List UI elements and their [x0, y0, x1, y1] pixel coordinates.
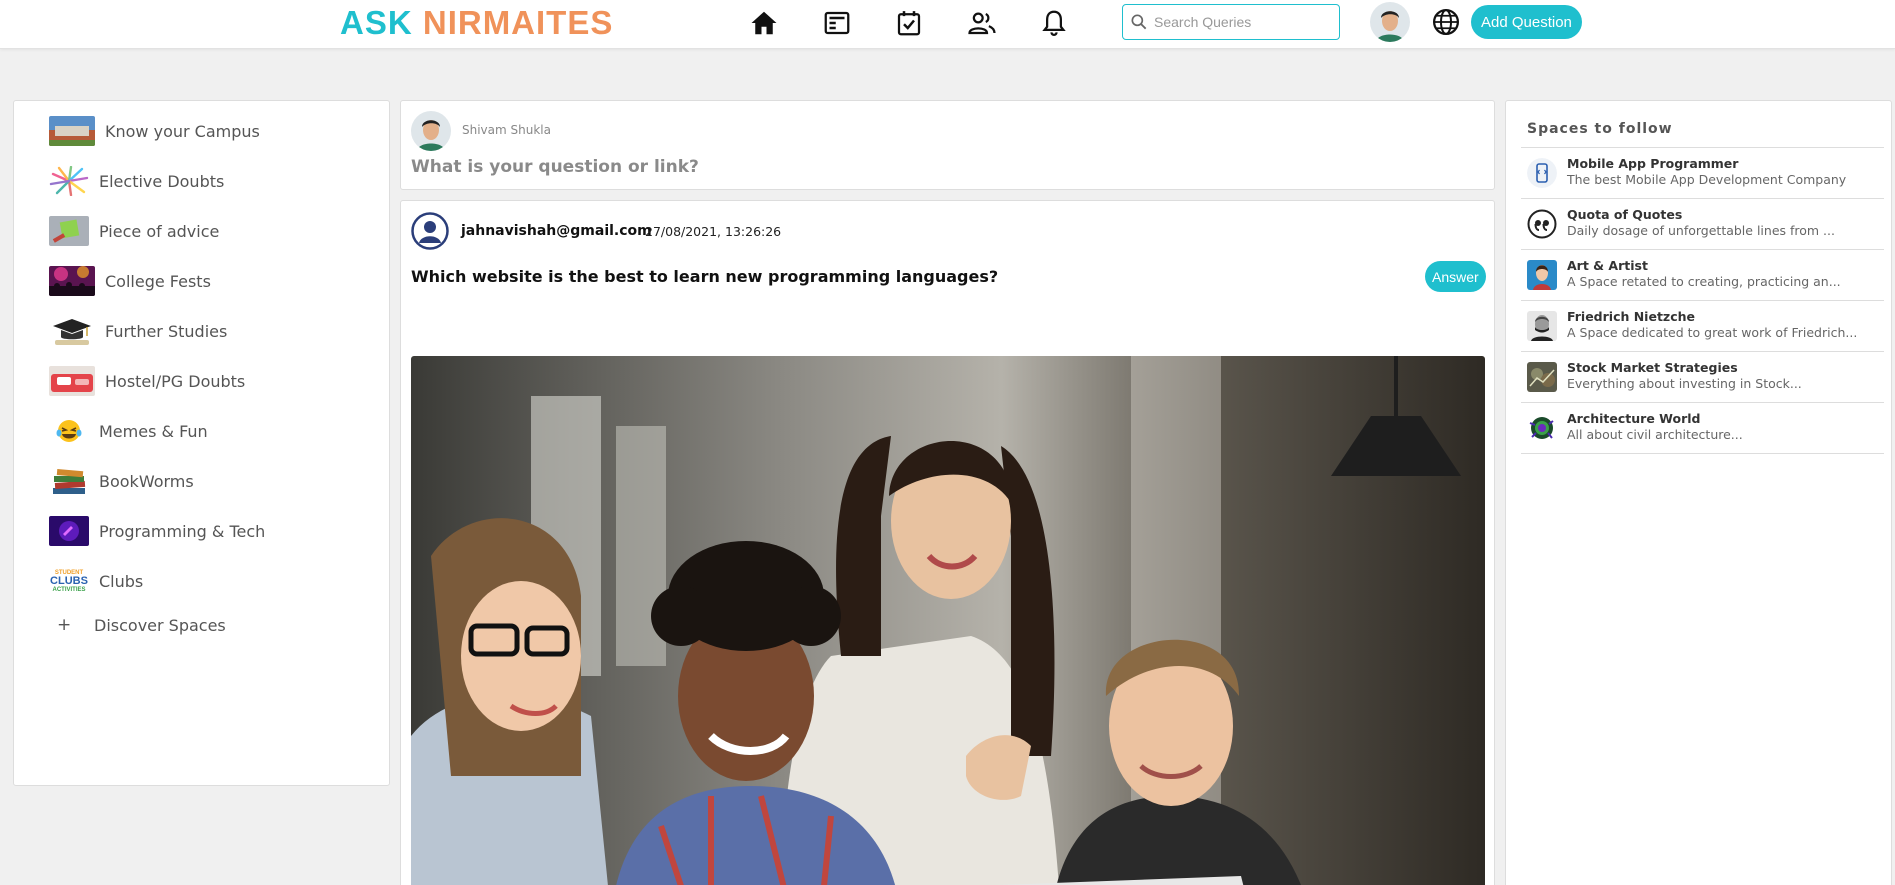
add-question-button[interactable]: Add Question	[1471, 5, 1582, 39]
space-name: Mobile App Programmer	[1567, 156, 1739, 171]
sidebar-item-label: Piece of advice	[99, 221, 220, 241]
concert-crowd-icon	[49, 266, 95, 296]
space-description: A Space dedicated to great work of Fried…	[1567, 325, 1858, 340]
nietzsche-portrait-icon	[1527, 311, 1557, 341]
post-author-email[interactable]: jahnavishah@gmail.com	[461, 223, 652, 239]
search-box[interactable]	[1122, 4, 1340, 40]
notifications-bell-icon[interactable]	[1037, 6, 1071, 40]
art-portrait-icon	[1527, 260, 1557, 290]
space-description: All about civil architecture...	[1567, 427, 1743, 442]
tech-purple-icon	[49, 516, 89, 546]
space-item-art-and-artist[interactable]: Art & Artist A Space retated to creating…	[1521, 250, 1884, 301]
top-navbar: ASK NIRMAITES Add Question	[0, 0, 1895, 49]
sidebar-item-label: Hostel/PG Doubts	[105, 371, 246, 391]
search-icon	[1131, 14, 1147, 30]
graduation-cap-icon	[49, 316, 95, 346]
user-avatar-icon	[411, 212, 449, 250]
space-name: Art & Artist	[1567, 258, 1648, 273]
post-question-text[interactable]: Which website is the best to learn new p…	[411, 267, 998, 286]
space-item-quota-of-quotes[interactable]: Quota of Quotes Daily dosage of unforget…	[1521, 199, 1884, 250]
book-stack-icon	[49, 466, 89, 496]
plus-icon: +	[57, 615, 72, 635]
home-icon[interactable]	[747, 6, 781, 40]
architecture-burst-icon	[1527, 413, 1557, 443]
space-item-architecture-world[interactable]: Architecture World All about civil archi…	[1521, 403, 1884, 454]
space-description: A Space retated to creating, practicing …	[1567, 274, 1841, 289]
logo-text-nirmaites: NIRMAITES	[422, 4, 614, 41]
hostel-bed-icon	[49, 366, 95, 396]
spaces-sidebar: Know your Campus Elective Doubts Piece o…	[13, 100, 390, 786]
user-avatar[interactable]	[1370, 2, 1410, 42]
sidebar-item-know-your-campus[interactable]: Know your Campus	[49, 114, 260, 148]
ask-question-card: Shivam Shukla What is your question or l…	[400, 100, 1495, 190]
sidebar-item-label: Know your Campus	[105, 121, 260, 141]
sidebar-item-memes-and-fun[interactable]: Memes & Fun	[49, 414, 208, 448]
search-input[interactable]	[1154, 14, 1334, 30]
sidebar-item-college-fests[interactable]: College Fests	[49, 264, 211, 298]
sidebar-item-piece-of-advice[interactable]: Piece of advice	[49, 214, 219, 248]
sidebar-item-label: College Fests	[105, 271, 211, 291]
people-icon[interactable]	[965, 6, 999, 40]
space-description: Daily dosage of unforgettable lines from…	[1567, 223, 1835, 238]
space-name: Friedrich Nietzche	[1567, 309, 1695, 324]
stock-market-icon	[1527, 362, 1557, 392]
spaces-to-follow-panel: Spaces to follow Mobile App Programmer T…	[1505, 100, 1892, 885]
quote-marks-icon	[1527, 209, 1557, 239]
space-description: The best Mobile App Development Company	[1567, 172, 1847, 187]
question-post: jahnavishah@gmail.com 27/08/2021, 13:26:…	[400, 200, 1495, 885]
space-item-mobile-app-programmer[interactable]: Mobile App Programmer The best Mobile Ap…	[1521, 148, 1884, 199]
question-input-prompt[interactable]: What is your question or link?	[411, 157, 699, 177]
ask-user-name: Shivam Shukla	[462, 123, 551, 137]
sticky-note-icon	[49, 216, 89, 246]
sidebar-item-programming-and-tech[interactable]: Programming & Tech	[49, 514, 265, 548]
sidebar-item-label: Clubs	[99, 571, 144, 591]
sidebar-item-further-studies[interactable]: Further Studies	[49, 314, 227, 348]
space-description: Everything about investing in Stock...	[1567, 376, 1802, 391]
space-item-friedrich-nietzche[interactable]: Friedrich Nietzche A Space dedicated to …	[1521, 301, 1884, 352]
sidebar-item-bookworms[interactable]: BookWorms	[49, 464, 194, 498]
sidebar-item-label: Programming & Tech	[99, 521, 266, 541]
campus-photo-icon	[49, 116, 95, 146]
post-timestamp: 27/08/2021, 13:26:26	[645, 224, 782, 239]
discover-spaces-label: Discover Spaces	[94, 615, 226, 635]
space-name: Quota of Quotes	[1567, 207, 1683, 222]
sidebar-item-label: BookWorms	[99, 471, 194, 491]
colorful-burst-icon	[49, 166, 89, 196]
discover-spaces-link[interactable]: + Discover Spaces	[57, 610, 226, 640]
mobile-app-icon	[1527, 158, 1557, 188]
post-image	[411, 356, 1485, 885]
student-clubs-logo-icon: STUDENT CLUBS ACTIVITIES	[50, 569, 88, 593]
space-item-stock-market-strategies[interactable]: Stock Market Strategies Everything about…	[1521, 352, 1884, 403]
spaces-to-follow-title: Spaces to follow	[1527, 121, 1673, 137]
sidebar-item-clubs[interactable]: STUDENT CLUBS ACTIVITIES Clubs	[49, 564, 143, 598]
globe-language-icon[interactable]	[1431, 7, 1461, 37]
sidebar-item-label: Further Studies	[105, 321, 228, 341]
site-logo[interactable]: ASK NIRMAITES	[340, 4, 613, 42]
task-checklist-icon[interactable]	[892, 6, 926, 40]
sidebar-item-label: Elective Doubts	[99, 171, 225, 191]
news-feed-icon[interactable]	[820, 6, 854, 40]
logo-text-ask: ASK	[340, 4, 413, 41]
sidebar-item-hostel-pg-doubts[interactable]: Hostel/PG Doubts	[49, 364, 245, 398]
sidebar-item-label: Memes & Fun	[99, 421, 208, 441]
user-avatar	[411, 111, 451, 151]
space-name: Stock Market Strategies	[1567, 360, 1738, 375]
laughing-emoji-icon	[49, 416, 89, 446]
answer-button[interactable]: Answer	[1425, 261, 1486, 292]
sidebar-item-elective-doubts[interactable]: Elective Doubts	[49, 164, 224, 198]
space-name: Architecture World	[1567, 411, 1701, 426]
